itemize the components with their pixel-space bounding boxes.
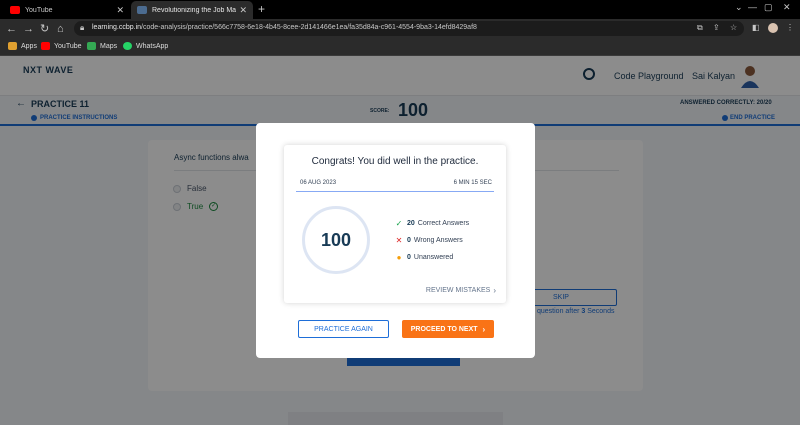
result-modal: Congrats! You did well in the practice. …	[256, 123, 535, 358]
new-tab-icon[interactable]: +	[258, 2, 265, 16]
practice-duration: 6 MIN 15 SEC	[453, 180, 492, 186]
bookmark-youtube[interactable]: YouTube	[41, 42, 82, 50]
apps-icon	[8, 42, 17, 50]
review-mistakes-link[interactable]: REVIEW MISTAKES ›	[426, 286, 496, 295]
score-ring: 100	[302, 206, 370, 274]
bookmarks-bar	[0, 39, 800, 56]
review-label: REVIEW MISTAKES	[425, 287, 491, 294]
chevron-right-icon: ›	[482, 324, 486, 334]
score-ring-value: 100	[320, 229, 352, 250]
wrong-label: Wrong Answers	[413, 237, 463, 244]
cross-icon: ✕	[395, 236, 403, 245]
bookmark-maps[interactable]: Maps	[87, 42, 117, 50]
divider	[296, 191, 494, 192]
congrats-heading: Congrats! You did well in the practice.	[311, 156, 479, 167]
youtube-favicon-icon	[10, 6, 20, 14]
result-card: Congrats! You did well in the practice. …	[284, 145, 506, 303]
dot-icon: ●	[396, 253, 402, 262]
browser-tabbar: YouTube ✕ Revolutionizing the Job Market…	[0, 0, 800, 19]
proceed-to-next-button[interactable]: PROCEED TO NEXT ›	[402, 320, 494, 338]
side-panel-icon[interactable]: ◧	[752, 23, 760, 32]
proceed-label: PROCEED TO NEXT	[410, 325, 478, 333]
share-icon[interactable]: ⇪	[713, 23, 720, 32]
chevron-down-icon[interactable]: ⌄	[735, 2, 743, 13]
site-favicon-icon	[137, 6, 147, 14]
url-path: /code-analysis/practice/566c7758-6e18-4b…	[141, 24, 477, 31]
close-tab-icon[interactable]: ✕	[239, 5, 247, 16]
profile-avatar[interactable]	[768, 23, 778, 33]
star-icon[interactable]: ☆	[730, 23, 737, 32]
menu-icon[interactable]: ⋮	[786, 23, 794, 32]
bookmark-whatsapp[interactable]: WhatsApp	[123, 42, 168, 50]
check-icon: ✓	[395, 219, 403, 228]
practice-date: 06 AUG 2023	[300, 180, 337, 186]
url-host: learning.ccbp.in	[92, 24, 142, 31]
correct-label: Correct Answers	[417, 220, 470, 227]
back-icon[interactable]: ←	[6, 22, 17, 36]
url-text[interactable]: learning.ccbp.in/code-analysis/practice/…	[92, 24, 477, 31]
minimize-icon[interactable]: —	[748, 2, 757, 12]
forward-icon[interactable]: →	[23, 22, 34, 36]
correct-count: 20	[407, 220, 415, 227]
whatsapp-icon	[123, 42, 132, 50]
bookmark-label: Maps	[100, 42, 118, 50]
tab-active[interactable]: Revolutionizing the Job Market | ✕	[131, 1, 253, 19]
unanswered-count: 0	[407, 254, 411, 261]
open-in-new-icon[interactable]: ⧉	[697, 23, 703, 33]
stat-wrong: ✕ 0 Wrong Answers	[394, 236, 463, 245]
tab-youtube[interactable]: YouTube ✕	[4, 1, 130, 19]
bookmark-label: WhatsApp	[136, 42, 169, 50]
reload-icon[interactable]: ↻	[40, 22, 49, 36]
tab-title: Revolutionizing the Job Market |	[152, 6, 237, 14]
tab-title: YouTube	[25, 6, 53, 14]
close-window-icon[interactable]: ✕	[783, 2, 791, 13]
home-icon[interactable]: ⌂	[57, 22, 64, 36]
lock-icon: 🔒︎	[80, 23, 85, 32]
bookmark-apps[interactable]: Apps	[8, 42, 37, 50]
stat-correct: ✓ 20 Correct Answers	[394, 219, 470, 228]
bookmark-label: YouTube	[54, 42, 82, 50]
youtube-icon	[41, 42, 50, 50]
close-tab-icon[interactable]: ✕	[116, 5, 124, 16]
wrong-count: 0	[407, 237, 411, 244]
bookmark-label: Apps	[21, 42, 37, 50]
unanswered-label: Unanswered	[413, 254, 454, 261]
chevron-right-icon: ›	[493, 286, 496, 295]
maximize-icon[interactable]: ▢	[764, 2, 773, 13]
maps-icon	[87, 42, 96, 50]
stat-unanswered: ● 0 Unanswered	[394, 253, 454, 262]
practice-again-button[interactable]: PRACTICE AGAIN	[298, 320, 389, 338]
